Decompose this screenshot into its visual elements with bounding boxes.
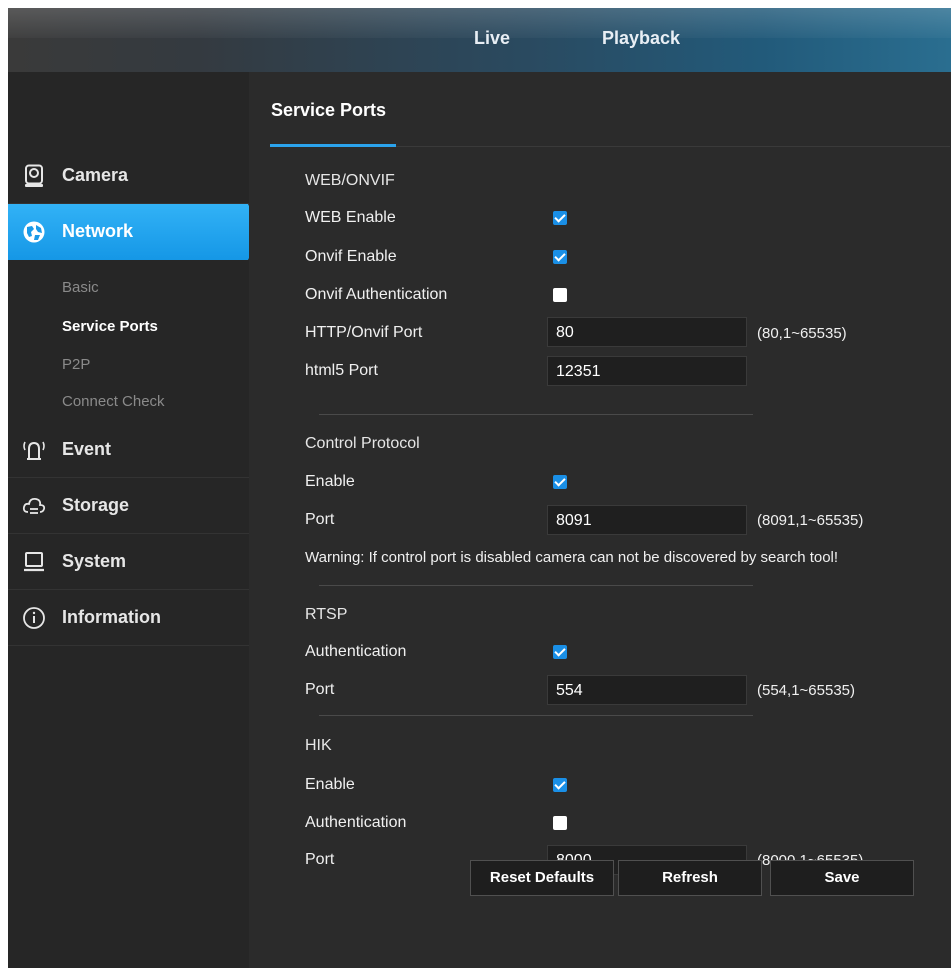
onvif-enable-label: Onvif Enable [305,248,397,265]
section-web-onvif: WEB/ONVIF [305,172,395,189]
main-panel: Service Ports WEB/ONVIF WEB Enable Onvif… [249,72,951,968]
http-port-label: HTTP/Onvif Port [305,324,423,341]
rtsp-port-label: Port [305,681,335,698]
top-navigation-bar: Live Playback [8,8,951,72]
network-globe-icon [23,221,45,243]
section-rtsp: RTSP [305,606,348,623]
http-port-range: (80,1~65535) [757,325,847,342]
sidebar-item-storage[interactable]: Storage [8,478,249,534]
rtsp-auth-label: Authentication [305,643,407,660]
reset-defaults-button[interactable]: Reset Defaults [470,860,614,896]
section-divider [319,414,753,415]
control-enable-label: Enable [305,473,355,490]
web-enable-checkbox[interactable] [553,211,567,225]
title-underline [270,144,396,147]
alarm-icon [23,441,45,460]
sidebar-item-event[interactable]: Event [8,422,249,478]
rtsp-auth-checkbox[interactable] [553,645,567,659]
control-port-range: (8091,1~65535) [757,512,864,529]
section-divider [319,715,753,716]
web-enable-label: WEB Enable [305,209,396,226]
section-control-protocol: Control Protocol [305,435,420,452]
sidebar-item-label: System [62,551,127,571]
sidebar-subitem-basic[interactable]: Basic [62,279,99,296]
info-icon [23,607,45,629]
hik-enable-checkbox[interactable] [553,778,567,792]
control-enable-checkbox[interactable] [553,475,567,489]
control-port-warning: Warning: If control port is disabled cam… [305,549,839,566]
page-title: Service Ports [271,100,387,120]
laptop-icon [24,552,44,572]
sidebar-item-label: Network [62,221,134,241]
rtsp-port-range: (554,1~65535) [757,682,855,699]
onvif-enable-checkbox[interactable] [553,250,567,264]
sidebar-subitem-service-ports[interactable]: Service Ports [62,318,158,335]
sidebar-item-label: Storage [62,495,130,515]
app-window: Live Playback Camera Network Basic Servi… [8,8,951,968]
nav-live[interactable]: Live [474,28,510,49]
html5-port-label: html5 Port [305,362,378,379]
http-port-input[interactable]: 80 [547,317,747,347]
html5-port-input[interactable]: 12351 [547,356,747,386]
hik-auth-label: Authentication [305,814,407,831]
onvif-auth-checkbox[interactable] [553,288,567,302]
nav-playback[interactable]: Playback [602,28,680,49]
refresh-button[interactable]: Refresh [618,860,762,896]
control-port-label: Port [305,511,335,528]
section-hik: HIK [305,737,332,754]
sidebar-item-label: Camera [62,165,129,185]
sidebar-item-label: Event [62,439,112,459]
camera-icon [25,164,43,187]
section-divider [319,585,753,586]
hik-auth-checkbox[interactable] [553,816,567,830]
rtsp-port-input[interactable]: 554 [547,675,747,705]
sidebar-subitem-p2p[interactable]: P2P [62,356,90,373]
save-button[interactable]: Save [770,860,914,896]
cloud-storage-icon [22,497,46,514]
sidebar-item-network[interactable]: Network [8,204,249,260]
sidebar-item-camera[interactable]: Camera [8,148,249,204]
sidebar-item-system[interactable]: System [8,534,249,590]
sidebar-item-label: Information [62,607,161,627]
onvif-auth-label: Onvif Authentication [305,286,448,303]
sidebar-item-information[interactable]: Information [8,590,249,646]
sidebar: Camera Network Basic Service Ports P2P C… [8,72,262,968]
sidebar-subitem-connect-check[interactable]: Connect Check [62,393,165,410]
control-port-input[interactable]: 8091 [547,505,747,535]
hik-port-label: Port [305,851,335,868]
hik-enable-label: Enable [305,776,355,793]
